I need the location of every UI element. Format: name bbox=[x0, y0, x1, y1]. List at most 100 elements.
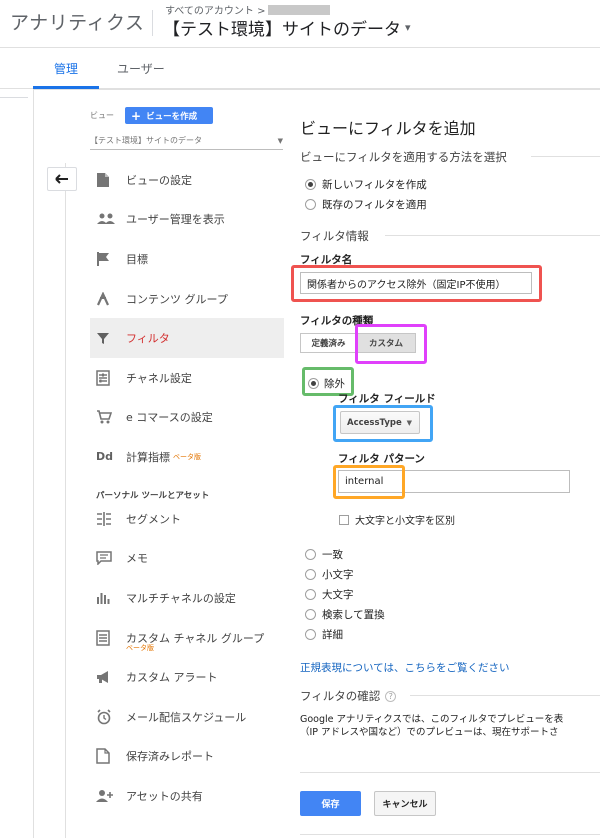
sidebar-item-segments[interactable]: セグメント bbox=[90, 499, 284, 539]
radio-advanced[interactable]: 詳細 bbox=[305, 627, 343, 642]
sidebar-item-label: 保存済みレポート bbox=[126, 750, 214, 764]
bar-chart-icon bbox=[90, 591, 126, 605]
radio-button[interactable] bbox=[305, 629, 316, 640]
create-view-button[interactable]: + ビューを作成 bbox=[125, 107, 213, 124]
content-grouping-icon bbox=[90, 291, 126, 306]
filter-info-heading: フィルタ情報 bbox=[300, 229, 369, 243]
chevron-down-icon: ▾ bbox=[405, 21, 411, 34]
apply-method-heading: ビューにフィルタを適用する方法を選択 bbox=[300, 150, 507, 164]
beta-badge: ベータ版 bbox=[126, 643, 154, 652]
back-button[interactable] bbox=[47, 167, 77, 191]
sidebar-item-channel-settings[interactable]: チャネル設定 bbox=[90, 358, 284, 398]
create-view-label: ビューを作成 bbox=[146, 111, 198, 122]
memo-icon bbox=[90, 551, 126, 566]
radio-search-replace[interactable]: 検索して置換 bbox=[305, 607, 385, 622]
radio-button[interactable] bbox=[305, 199, 316, 210]
save-button[interactable]: 保存 bbox=[300, 791, 361, 816]
radio-button-checked[interactable] bbox=[308, 378, 319, 389]
radio-lowercase[interactable]: 小文字 bbox=[305, 567, 354, 582]
sidebar-item-label: チャネル設定 bbox=[126, 371, 192, 385]
sidebar-item-label: 計算指標 bbox=[126, 450, 170, 464]
cancel-button[interactable]: キャンセル bbox=[374, 791, 436, 816]
header-divider bbox=[152, 10, 153, 36]
sidebar-item-label: コンテンツ グループ bbox=[126, 292, 228, 306]
radio-create-new[interactable]: 新しいフィルタを作成 bbox=[305, 177, 427, 192]
divider bbox=[0, 97, 28, 98]
filter-field-value: AccessType bbox=[347, 417, 402, 428]
radio-match[interactable]: 一致 bbox=[305, 547, 343, 562]
radio-button[interactable] bbox=[305, 569, 316, 580]
sidebar-item-calculated-metrics[interactable]: Dd 計算指標 ベータ版 bbox=[90, 437, 284, 477]
sidebar-item-filters[interactable]: フィルタ bbox=[90, 318, 284, 358]
sidebar-item-custom-alerts[interactable]: カスタム アラート bbox=[90, 657, 284, 697]
redacted-account-name bbox=[268, 4, 331, 15]
rail-divider bbox=[65, 163, 66, 838]
radio-button-checked[interactable] bbox=[305, 179, 316, 190]
view-label: ビュー bbox=[90, 111, 114, 120]
sidebar-item-annotations[interactable]: メモ bbox=[90, 539, 284, 579]
personal-tools-menu: セグメント メモ マルチチャネルの設定 カスタム チャネル グループ ベータ版 … bbox=[90, 499, 284, 816]
radio-label: 除外 bbox=[324, 378, 345, 390]
case-sensitive-label: 大文字と小文字を区別 bbox=[355, 516, 455, 527]
tab-user[interactable]: ユーザー bbox=[117, 60, 165, 77]
case-sensitive-checkbox-row[interactable]: 大文字と小文字を区別 bbox=[339, 512, 455, 527]
chevron-down-icon: ▼ bbox=[406, 418, 412, 427]
sidebar-item-label: フィルタ bbox=[126, 332, 170, 346]
property-title: 【テスト環境】サイトのデータ bbox=[163, 20, 401, 40]
radio-apply-existing[interactable]: 既存のフィルタを適用 bbox=[305, 197, 427, 212]
sidebar-item-share-assets[interactable]: アセットの共有 bbox=[90, 776, 284, 816]
divider bbox=[300, 772, 600, 773]
sidebar-item-label: メール配信スケジュール bbox=[126, 710, 247, 724]
megaphone-icon bbox=[90, 670, 126, 684]
segment-icon bbox=[90, 511, 126, 526]
share-person-icon bbox=[90, 789, 126, 803]
predefined-button[interactable]: 定義済み bbox=[300, 333, 357, 353]
plus-icon: + bbox=[131, 108, 142, 123]
radio-button[interactable] bbox=[305, 589, 316, 600]
sidebar-item-view-settings[interactable]: ビューの設定 bbox=[90, 160, 284, 200]
filter-name-input[interactable] bbox=[300, 272, 532, 294]
tab-admin[interactable]: 管理 bbox=[54, 60, 78, 77]
regex-help-link[interactable]: 正規表現については、こちらをご覧ください bbox=[300, 660, 509, 675]
help-icon[interactable]: ? bbox=[385, 690, 397, 702]
verify-text-line: （IP アドレスや国など）でのプレビューは、現在サポートさ bbox=[300, 727, 559, 738]
verify-text-line: Google アナリティクスでは、このフィルタでプレビューを表 bbox=[300, 714, 564, 725]
radio-button[interactable] bbox=[305, 609, 316, 620]
sidebar-item-user-management[interactable]: ユーザー管理を表示 bbox=[90, 200, 284, 240]
sidebar-item-custom-channel-grouping[interactable]: カスタム チャネル グループ ベータ版 bbox=[90, 618, 284, 658]
flag-icon bbox=[90, 251, 126, 267]
alarm-clock-icon bbox=[90, 709, 126, 725]
sidebar-item-ecommerce[interactable]: e コマースの設定 bbox=[90, 398, 284, 438]
view-dropdown[interactable]: 【テスト環境】サイトのデータ ▼ bbox=[90, 132, 283, 150]
filter-field-dropdown[interactable]: AccessType ▼ bbox=[340, 411, 420, 434]
document-icon bbox=[90, 172, 126, 188]
filter-verify-heading: フィルタの確認 ? bbox=[300, 688, 397, 704]
saved-report-icon bbox=[90, 748, 126, 765]
sidebar-item-multichannel[interactable]: マルチチャネルの設定 bbox=[90, 578, 284, 618]
property-selector[interactable]: 【テスト環境】サイトのデータ ▾ bbox=[163, 15, 411, 40]
sidebar-item-label: ユーザー管理を表示 bbox=[126, 213, 225, 227]
radio-label: 検索して置換 bbox=[322, 609, 385, 621]
chevron-down-icon: ▼ bbox=[277, 136, 283, 145]
sidebar-item-label: ビューの設定 bbox=[126, 173, 192, 187]
highlight-box-orange bbox=[333, 465, 405, 499]
divider bbox=[33, 89, 34, 838]
divider bbox=[300, 834, 600, 835]
radio-label: 詳細 bbox=[322, 629, 343, 641]
radio-button[interactable] bbox=[305, 549, 316, 560]
sidebar-item-label: カスタム アラート bbox=[126, 671, 218, 685]
radio-exclude[interactable]: 除外 bbox=[308, 376, 345, 391]
sidebar-item-saved-reports[interactable]: 保存済みレポート bbox=[90, 737, 284, 777]
radio-label: 新しいフィルタを作成 bbox=[322, 179, 427, 191]
filter-verify-title: フィルタの確認 bbox=[300, 689, 381, 703]
top-tabs: 管理 ユーザー bbox=[0, 49, 600, 89]
sidebar-item-goals[interactable]: 目標 bbox=[90, 239, 284, 279]
filter-verify-description: Google アナリティクスでは、このフィルタでプレビューを表 （IP アドレス… bbox=[300, 713, 600, 739]
radio-label: 大文字 bbox=[322, 589, 354, 601]
radio-uppercase[interactable]: 大文字 bbox=[305, 587, 354, 602]
app-header: アナリティクス すべてのアカウント > 【テスト環境】サイトのデータ ▾ bbox=[0, 0, 600, 48]
case-sensitive-checkbox[interactable] bbox=[339, 514, 349, 525]
sidebar-item-content-grouping[interactable]: コンテンツ グループ bbox=[90, 279, 284, 319]
sidebar-item-scheduled-emails[interactable]: メール配信スケジュール bbox=[90, 697, 284, 737]
divider bbox=[410, 695, 600, 696]
